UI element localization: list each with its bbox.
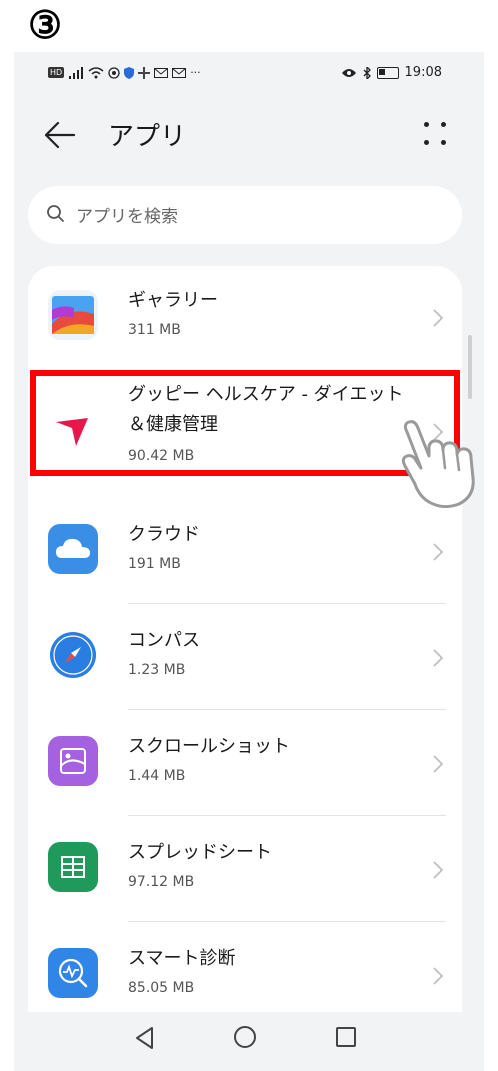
app-size: 191 MB [128, 556, 181, 572]
search-input[interactable]: アプリを検索 [28, 186, 462, 244]
gallery-icon [48, 290, 98, 340]
app-name: スクロールショット [128, 736, 290, 757]
chevron-right-icon [433, 543, 444, 561]
step-number-label: ③ [28, 5, 63, 47]
bluetooth-icon [363, 66, 371, 79]
list-item-scrollshot[interactable]: スクロールショット 1.44 MB [28, 710, 462, 816]
phone-screen: HD ··· 19:08 アプリ アプリを検索 ギャラリー 311 MB グッピ… [14, 52, 484, 1071]
page-title: アプリ [108, 122, 187, 152]
status-icons-right: 19:08 [341, 65, 442, 80]
hd-icon: HD [48, 67, 65, 78]
scrollbar[interactable] [468, 335, 472, 399]
compass-icon [48, 630, 98, 680]
app-size: 97.12 MB [128, 874, 195, 890]
chevron-right-icon [433, 649, 444, 667]
list-item-cloud[interactable]: クラウド 191 MB [28, 500, 462, 604]
nav-home-icon[interactable] [234, 1026, 256, 1048]
status-icons-left: HD ··· [48, 66, 201, 79]
shield-icon [124, 66, 135, 79]
app-name: コンパス [128, 630, 200, 651]
chevron-right-icon [433, 967, 444, 985]
nav-back-icon[interactable] [134, 1026, 156, 1050]
battery-icon [376, 66, 399, 79]
wifi-icon [88, 66, 104, 78]
list-item-gallery[interactable]: ギャラリー 311 MB [28, 266, 462, 370]
status-time: 19:08 [404, 65, 442, 80]
list-item-compass[interactable]: コンパス 1.23 MB [28, 604, 462, 710]
pointing-hand-icon [401, 420, 475, 508]
app-name: クラウド [128, 524, 200, 545]
list-item-spreadsheet[interactable]: スプレッドシート 97.12 MB [28, 816, 462, 922]
smart-diagnosis-icon [48, 948, 98, 998]
spreadsheet-icon [48, 842, 98, 892]
nav-recent-apps-icon[interactable] [336, 1027, 356, 1047]
mail-icon [154, 67, 169, 78]
signal-icon [69, 66, 84, 79]
chevron-right-icon [433, 309, 444, 327]
app-size: 1.44 MB [128, 768, 186, 784]
eye-icon [341, 68, 356, 77]
app-size: 311 MB [128, 322, 181, 338]
app-name: スプレッドシート [128, 842, 272, 863]
mail-icon [172, 67, 187, 78]
status-bar: HD ··· 19:08 [14, 52, 484, 98]
app-bar: アプリ [14, 104, 484, 164]
more-options-icon[interactable] [424, 122, 448, 148]
more-notifications-icon: ··· [190, 66, 201, 79]
back-arrow-icon[interactable] [42, 120, 78, 150]
app-name: スマート診断 [128, 948, 236, 969]
scrollshot-icon [48, 736, 98, 786]
chevron-right-icon [433, 755, 444, 773]
app-name: ギャラリー [128, 290, 218, 311]
search-placeholder: アプリを検索 [76, 207, 178, 227]
slack-icon [138, 66, 151, 79]
cloud-icon [48, 524, 98, 574]
search-icon [47, 205, 64, 222]
nfc-icon [108, 66, 120, 79]
chevron-right-icon [433, 861, 444, 879]
app-size: 85.05 MB [128, 980, 195, 996]
app-size: 1.23 MB [128, 662, 186, 678]
system-nav-bar [14, 1012, 484, 1071]
